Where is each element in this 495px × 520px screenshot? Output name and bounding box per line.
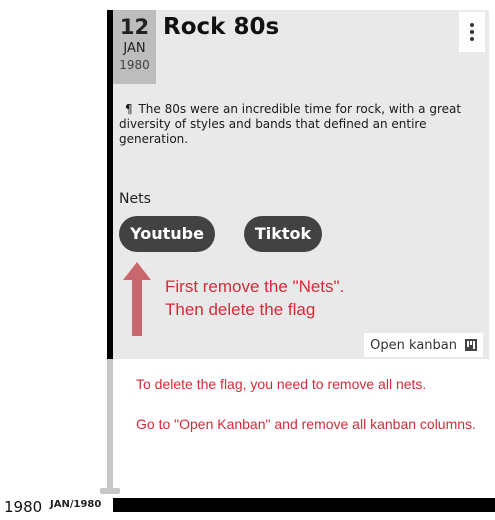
- menu-dot: [470, 30, 474, 34]
- arrow-hint: First remove the "Nets". Then delete the…: [165, 275, 344, 321]
- timeline-stem: [107, 358, 113, 490]
- open-kanban-button[interactable]: Open kanban: [364, 333, 483, 357]
- open-kanban-label: Open kanban: [370, 337, 457, 353]
- event-year: 1980: [119, 58, 150, 72]
- note-line1: To delete the flag, you need to remove a…: [136, 376, 427, 392]
- note-line2: Go to "Open Kanban" and remove all kanba…: [136, 416, 476, 432]
- menu-dot: [470, 23, 474, 27]
- arrow-hint-line1: First remove the "Nets".: [165, 277, 345, 296]
- up-arrow-icon: [123, 262, 151, 336]
- timeline-axis: [113, 498, 495, 512]
- delete-flag-note: To delete the flag, you need to remove a…: [136, 374, 481, 434]
- menu-dot: [470, 37, 474, 41]
- timeline-year-bar: 1980 JAN/1980: [0, 496, 495, 520]
- nets-label: Nets: [119, 191, 151, 207]
- kanban-board-icon: [465, 339, 477, 351]
- event-day: 12: [119, 15, 150, 39]
- timeline-stem-cap: [100, 488, 120, 494]
- event-month: JAN: [123, 41, 146, 56]
- timeline-month-year: JAN/1980: [50, 499, 102, 510]
- event-description: ¶ The 80s were an incredible time for ro…: [119, 102, 471, 147]
- net-chip-tiktok[interactable]: Tiktok: [244, 216, 322, 252]
- arrow-hint-line2: Then delete the flag: [165, 300, 316, 319]
- pilcrow-icon: ¶: [125, 102, 133, 116]
- vertical-dots-icon[interactable]: [459, 12, 485, 52]
- timeline-year: 1980: [4, 498, 43, 516]
- event-card[interactable]: 12 JAN 1980 Rock 80s ¶ The 80s were an i…: [107, 10, 489, 359]
- event-description-text: The 80s were an incredible time for rock…: [119, 102, 462, 146]
- event-title: Rock 80s: [163, 14, 280, 40]
- net-chip-youtube[interactable]: Youtube: [119, 216, 215, 252]
- event-date: 12 JAN 1980: [113, 10, 156, 84]
